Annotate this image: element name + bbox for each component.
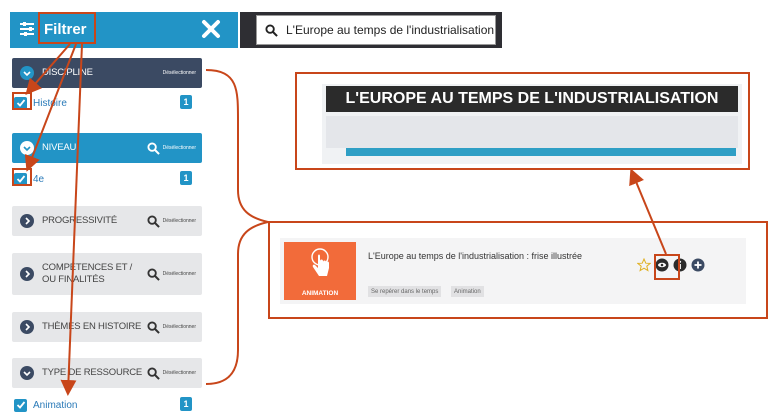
annotation-arrows (24, 43, 667, 396)
